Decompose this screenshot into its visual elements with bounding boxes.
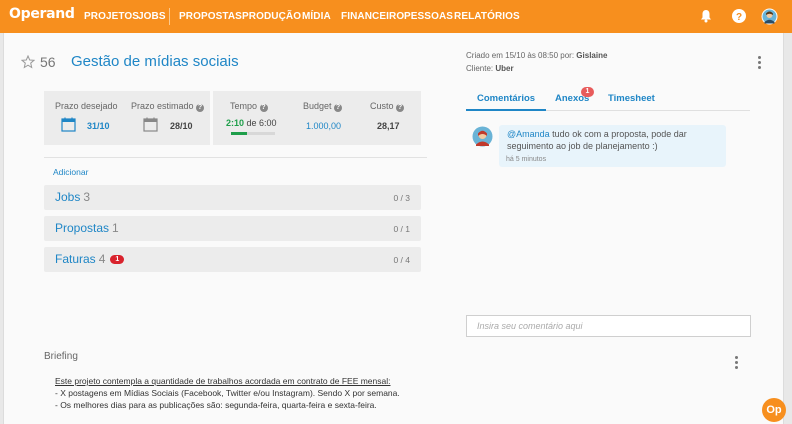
briefing-label: Briefing	[44, 351, 78, 362]
section-fraction: 0 / 1	[393, 224, 410, 234]
divider	[44, 157, 427, 158]
section-propostas[interactable]: Propostas 1 0 / 1	[44, 216, 421, 241]
comment-mention[interactable]: @Amanda	[507, 129, 550, 139]
section-label: Faturas	[55, 252, 96, 266]
top-navbar: Operand PROJETOS JOBS PROPOSTAS PRODUÇÃO…	[0, 0, 792, 33]
alert-badge: 1	[110, 255, 125, 264]
comment-time: há 5 minutos	[506, 156, 547, 163]
section-title: Jobs 3	[55, 190, 90, 204]
help-icon[interactable]: ?	[731, 8, 747, 24]
nav-financeiro[interactable]: FINANCEIRO	[341, 11, 404, 22]
tempo-value: 2:10 de 6:00	[226, 118, 277, 128]
custo-text: Custo	[370, 101, 394, 111]
nav-pessoas[interactable]: PESSOAS	[404, 11, 453, 22]
tab-timesheet[interactable]: Timesheet	[608, 93, 655, 104]
comment-input[interactable]	[466, 315, 751, 337]
stats-panel: Prazo desejado 31/10 Prazo estimado ? 28…	[44, 91, 421, 145]
section-title: Faturas 4 1	[55, 252, 125, 266]
nav-midia[interactable]: MÍDIA	[302, 11, 331, 22]
client-name: Uber	[495, 64, 514, 73]
briefing-line: - Os melhores dias para as publicações s…	[55, 400, 377, 410]
bell-icon[interactable]	[698, 8, 714, 24]
section-count: 1	[112, 221, 119, 235]
star-icon[interactable]	[20, 54, 36, 69]
briefing-menu-icon[interactable]	[735, 356, 739, 371]
calendar-icon	[143, 117, 158, 132]
tempo-progress-track	[231, 132, 275, 135]
nav-relatorios[interactable]: RELATÓRIOS	[454, 11, 520, 22]
tempo-text: Tempo	[230, 101, 258, 111]
tempo-label: Tempo ?	[230, 101, 268, 112]
commenter-avatar	[472, 126, 493, 147]
prazo-estimado-value: 28/10	[170, 121, 193, 131]
custo-value: 28,17	[377, 121, 400, 131]
section-fraction: 0 / 4	[393, 255, 410, 265]
section-faturas[interactable]: Faturas 4 1 0 / 4	[44, 247, 421, 272]
custo-label: Custo ?	[370, 101, 405, 112]
project-title[interactable]: Gestão de mídias sociais	[71, 53, 239, 70]
project-menu-icon[interactable]	[758, 56, 762, 71]
prazo-desejado-value[interactable]: 31/10	[87, 121, 110, 131]
help-icon[interactable]: ?	[259, 104, 268, 112]
section-label: Jobs	[55, 190, 81, 204]
help-icon[interactable]: ?	[196, 104, 205, 112]
help-icon[interactable]: ?	[334, 104, 343, 112]
nav-divider	[169, 8, 170, 25]
avatar[interactable]	[761, 8, 778, 25]
briefing-line: - X postagens em Mídias Sociais (Faceboo…	[55, 388, 400, 398]
client-prefix: Cliente:	[466, 64, 496, 73]
section-jobs[interactable]: Jobs 3 0 / 3	[44, 185, 421, 210]
anexos-badge: 1	[581, 87, 594, 97]
comment-bubble: @Amanda tudo ok com a proposta, pode dar…	[499, 125, 726, 167]
svg-text:?: ?	[736, 12, 742, 23]
budget-text: Budget	[303, 101, 332, 111]
created-by: Gislaine	[576, 51, 608, 60]
nav-jobs[interactable]: JOBS	[138, 11, 166, 22]
section-count: 3	[83, 190, 91, 204]
briefing-line: Este projeto contempla a quantidade de t…	[55, 376, 391, 386]
floating-help-button[interactable]: Op	[762, 398, 786, 422]
tempo-progress-fill	[231, 132, 247, 135]
tempo-total: 6:00	[259, 118, 277, 128]
section-title: Propostas 1	[55, 221, 119, 235]
app-logo[interactable]: Operand	[9, 6, 75, 22]
created-info: Criado em 15/10 às 08:50 por: Gislaine	[466, 51, 607, 60]
prazo-estimado-text: Prazo estimado	[131, 101, 194, 111]
client-info: Cliente: Uber	[466, 64, 514, 73]
prazo-estimado-label: Prazo estimado ?	[131, 101, 205, 112]
budget-value[interactable]: 1.000,00	[306, 121, 341, 131]
active-tab-indicator	[466, 109, 546, 111]
help-icon[interactable]: ?	[396, 104, 405, 112]
prazo-desejado-label: Prazo desejado	[55, 101, 118, 111]
tempo-joiner: de	[244, 118, 260, 128]
stats-divider	[210, 91, 213, 145]
nav-projetos[interactable]: PROJETOS	[84, 11, 139, 22]
add-link[interactable]: Adicionar	[53, 167, 88, 177]
budget-label: Budget ?	[303, 101, 343, 112]
section-fraction: 0 / 3	[393, 193, 410, 203]
tab-comentarios[interactable]: Comentários	[477, 93, 535, 104]
tempo-spent: 2:10	[226, 118, 245, 128]
nav-propostas[interactable]: PROPOSTAS	[179, 11, 242, 22]
comment-text: @Amanda tudo ok com a proposta, pode dar…	[507, 128, 719, 152]
project-number: 56	[40, 54, 56, 70]
nav-producao[interactable]: PRODUÇÃO	[242, 11, 301, 22]
created-prefix: Criado em 15/10 às 08:50 por:	[466, 51, 577, 60]
section-label: Propostas	[55, 221, 110, 235]
section-count: 4	[98, 252, 106, 266]
calendar-icon[interactable]	[61, 117, 76, 132]
